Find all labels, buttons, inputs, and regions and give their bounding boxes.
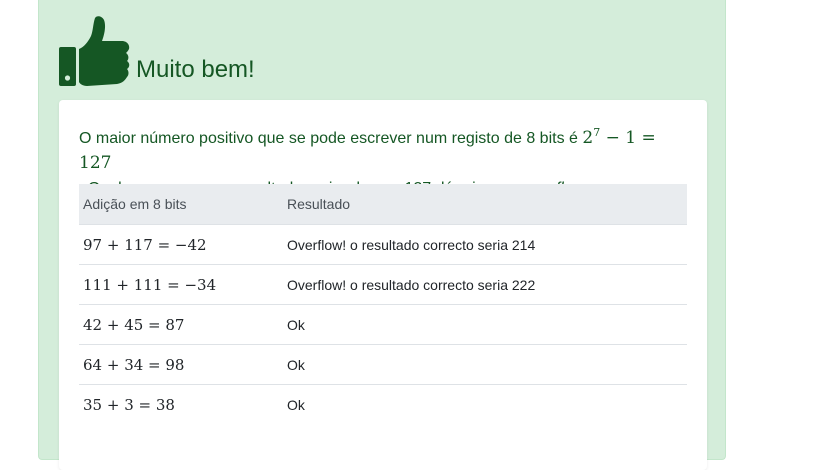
addition-expression: 111 + 111 = −34: [79, 264, 283, 305]
addition-result: Overflow! o resultado correcto seria 214: [283, 224, 687, 265]
header-addition: Adição em 8 bits: [79, 184, 283, 225]
table-row: 97 + 117 = −42 Overflow! o resultado cor…: [79, 224, 687, 265]
table-header-row: Adição em 8 bits Resultado: [79, 184, 687, 225]
formula-base: 2: [582, 128, 594, 148]
results-table: Adição em 8 bits Resultado 97 + 117 = −4…: [79, 184, 687, 424]
table-row: 42 + 45 = 87 Ok: [79, 304, 687, 345]
addition-result: Overflow! o resultado correcto seria 222: [283, 264, 687, 305]
table-row: 111 + 111 = −34 Overflow! o resultado co…: [79, 264, 687, 305]
addition-expression: 64 + 34 = 98: [79, 344, 283, 385]
intro-text: O maior número positivo que se pode escr…: [79, 130, 583, 147]
feedback-header: Muito bem!: [57, 10, 255, 90]
feedback-panel: Muito bem! O maior número positivo que s…: [38, 0, 726, 470]
table-row: 35 + 3 = 38 Ok: [79, 385, 687, 425]
header-result: Resultado: [283, 184, 687, 225]
addition-result: Ok: [287, 396, 305, 413]
addition-result: Ok: [283, 304, 687, 345]
feedback-title: Muito bem!: [136, 56, 255, 83]
feedback-card: O maior número positivo que se pode escr…: [59, 100, 707, 470]
table-row: 64 + 34 = 98 Ok: [79, 344, 687, 385]
addition-result: Ok: [283, 344, 687, 385]
addition-expression: 42 + 45 = 87: [79, 304, 283, 345]
addition-expression: 97 + 117 = −42: [79, 224, 283, 265]
addition-expression: 35 + 3 = 38: [83, 395, 175, 414]
thumbs-up-icon: [59, 16, 130, 86]
